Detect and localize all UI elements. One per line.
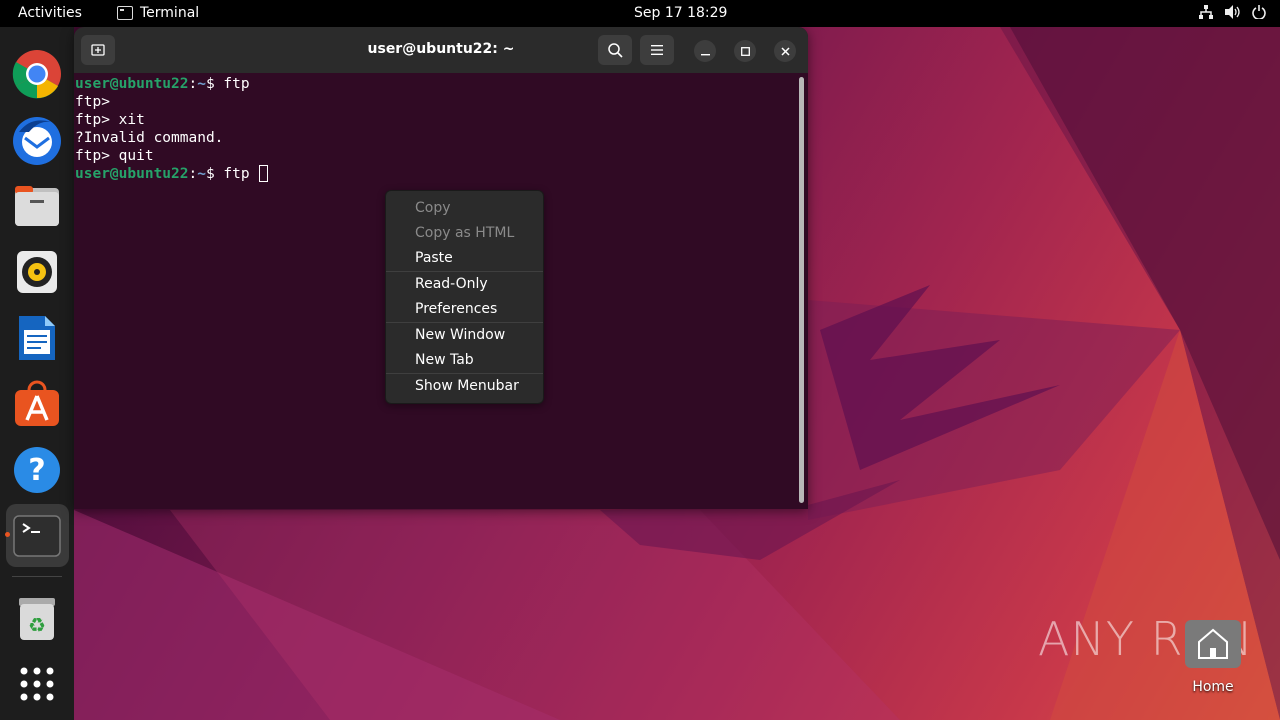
thunderbird-icon[interactable] (11, 114, 63, 166)
app-name: Terminal (140, 5, 200, 21)
menu-item-paste[interactable]: Paste (415, 250, 453, 266)
text-cursor (259, 165, 269, 182)
menu-item-new-tab[interactable]: New Tab (415, 352, 474, 368)
maximize-button[interactable] (734, 40, 756, 62)
dock: ? ♻ (0, 27, 74, 720)
search-button[interactable] (598, 35, 632, 65)
menu-item-preferences[interactable]: Preferences (415, 301, 497, 317)
menu-item-copy-as-html[interactable]: Copy as HTML (415, 225, 514, 241)
network-icon[interactable] (1199, 5, 1213, 23)
help-icon[interactable]: ? (11, 444, 63, 496)
running-indicator (5, 532, 10, 537)
hamburger-menu-button[interactable] (640, 35, 674, 65)
title-bar[interactable]: user@ubuntu22: ~ (74, 27, 808, 73)
menu-item-new-window[interactable]: New Window (415, 327, 505, 343)
terminal-line: user@ubuntu22:~$ ftp (75, 76, 250, 92)
context-menu: Copy Copy as HTML Paste Read-Only Prefer… (385, 190, 544, 404)
menu-item-copy[interactable]: Copy (415, 200, 451, 216)
terminal-icon (117, 6, 133, 20)
menu-separator (386, 322, 543, 323)
clock[interactable]: Sep 17 18:29 (634, 5, 727, 21)
grid-icon[interactable] (11, 658, 63, 710)
terminal-line: ftp> xit (75, 112, 145, 128)
app-center-icon[interactable] (11, 378, 63, 430)
minimize-button[interactable] (694, 40, 716, 62)
close-button[interactable] (774, 40, 796, 62)
menu-item-show-menubar[interactable]: Show Menubar (415, 378, 519, 394)
terminal-line: ?Invalid command. (75, 130, 224, 146)
search-icon (607, 42, 623, 58)
scrollbar[interactable] (799, 77, 804, 503)
top-bar: Activities Terminal Sep 17 18:29 (0, 0, 1280, 27)
hamburger-icon (651, 45, 663, 55)
home-folder-icon[interactable] (1185, 620, 1241, 668)
system-tray[interactable] (1199, 5, 1266, 23)
activities-button[interactable]: Activities (18, 5, 82, 21)
menu-separator (386, 271, 543, 272)
trash-icon[interactable]: ♻ (11, 592, 63, 644)
dock-separator (12, 576, 62, 577)
svg-text:?: ? (28, 453, 45, 488)
minimize-icon (700, 53, 710, 55)
writer-icon[interactable] (11, 312, 63, 364)
rhythmbox-icon[interactable] (11, 246, 63, 298)
home-folder-label: Home (1192, 679, 1234, 695)
terminal-line: ftp> (75, 94, 110, 110)
close-icon (780, 46, 790, 56)
terminal-icon[interactable] (11, 510, 63, 562)
app-menu[interactable]: Terminal (117, 5, 199, 21)
maximize-icon (740, 46, 750, 56)
power-icon[interactable] (1252, 5, 1266, 23)
terminal-line: user@ubuntu22:~$ ftp (75, 165, 795, 183)
volume-icon[interactable] (1225, 5, 1240, 23)
menu-separator (386, 373, 543, 374)
svg-text:♻: ♻ (28, 613, 46, 637)
files-icon[interactable] (11, 180, 63, 232)
terminal-line: ftp> quit (75, 148, 154, 164)
chrome-icon[interactable] (11, 48, 63, 100)
menu-item-read-only[interactable]: Read-Only (415, 276, 488, 292)
